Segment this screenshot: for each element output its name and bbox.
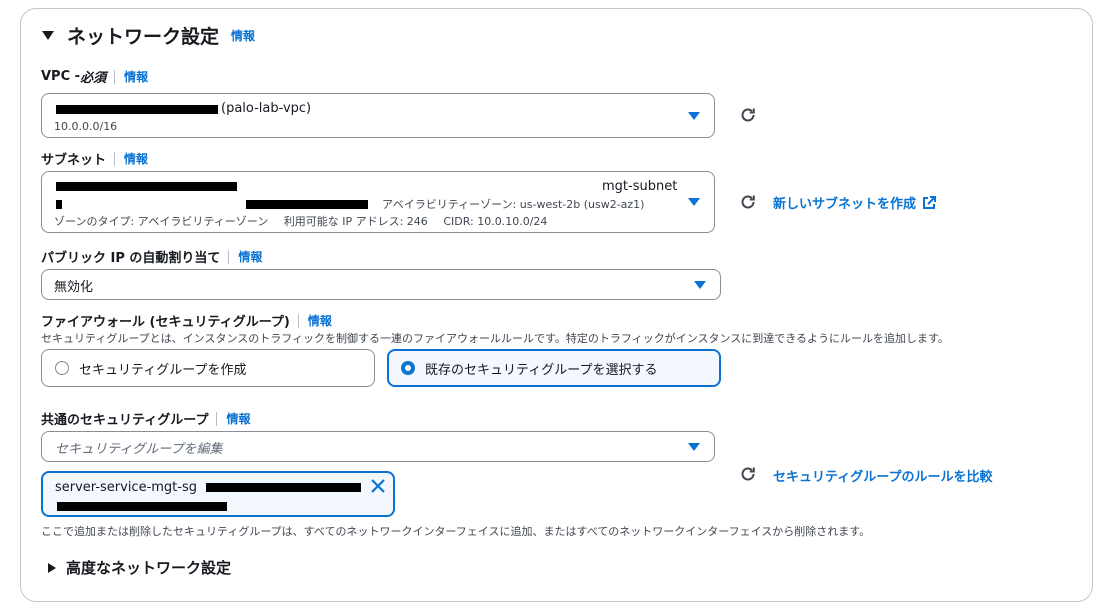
- chevron-down-icon: [688, 442, 700, 451]
- vpc-name: (palo-lab-vpc): [221, 101, 312, 116]
- create-subnet-link[interactable]: 新しいサブネットを作成: [773, 193, 937, 212]
- security-group-token: server-service-mgt-sg: [41, 471, 395, 517]
- section-header[interactable]: ネットワーク設定 情報: [42, 22, 255, 49]
- collapse-caret-icon[interactable]: [42, 31, 54, 40]
- sg-refresh-button[interactable]: [739, 465, 757, 483]
- common-sg-info-link[interactable]: 情報: [226, 410, 250, 427]
- refresh-icon: [741, 195, 755, 209]
- public-ip-label-text: パブリック IP の自動割り当て: [41, 251, 221, 266]
- vpc-select[interactable]: (palo-lab-vpc) 10.0.0.0/16: [41, 93, 715, 138]
- expand-caret-icon[interactable]: [48, 562, 56, 573]
- radio-button-selected[interactable]: [401, 361, 415, 375]
- subnet-name: mgt-subnet: [602, 179, 678, 194]
- advanced-title: 高度なネットワーク設定: [66, 559, 232, 577]
- subnet-zone-type: ゾーンのタイプ: アベイラビリティーゾーン: [54, 215, 269, 228]
- token-name: server-service-mgt-sg: [55, 480, 197, 495]
- subnet-label-text: サブネット: [41, 153, 107, 168]
- radio-existing-label: 既存のセキュリティグループを選択する: [425, 362, 658, 378]
- close-icon: [371, 479, 385, 493]
- vpc-required-text: 必須: [80, 71, 107, 86]
- firewall-info-link[interactable]: 情報: [308, 312, 332, 329]
- advanced-network-settings-toggle[interactable]: 高度なネットワーク設定: [48, 557, 231, 578]
- redacted-text: [56, 200, 62, 209]
- subnet-label: サブネット 情報: [41, 149, 148, 168]
- vpc-refresh-button[interactable]: [739, 106, 757, 124]
- chevron-down-icon: [688, 111, 700, 120]
- redacted-sg-description: [57, 502, 227, 511]
- subnet-details: ゾーンのタイプ: アベイラビリティーゾーン 利用可能な IP アドレス: 246…: [54, 213, 547, 229]
- redacted-sg-id: [206, 483, 361, 492]
- common-sg-help-text: ここで追加または削除したセキュリティグループは、すべてのネットワークインターフェ…: [41, 525, 871, 538]
- vpc-cidr: 10.0.0.0/16: [54, 120, 118, 133]
- common-sg-label: 共通のセキュリティグループ 情報: [41, 409, 250, 428]
- radio-create-label: セキュリティグループを作成: [79, 362, 247, 378]
- subnet-available-ips: 利用可能な IP アドレス: 246: [283, 215, 428, 228]
- separator: [297, 313, 299, 328]
- separator: [114, 151, 116, 166]
- subnet-az: アベイラビリティーゾーン: us-west-2b (usw2-az1): [382, 198, 645, 211]
- firewall-label: ファイアウォール (セキュリティグループ) 情報: [41, 311, 332, 330]
- external-link-icon: [923, 195, 937, 209]
- subnet-select[interactable]: mgt-subnet アベイラビリティーゾーン: us-west-2b (usw…: [41, 171, 715, 233]
- chevron-down-icon: [694, 280, 706, 289]
- separator: [114, 69, 116, 84]
- separator: [216, 411, 218, 426]
- refresh-icon: [741, 108, 755, 122]
- chevron-down-icon: [688, 198, 700, 206]
- separator: [228, 249, 230, 264]
- section-info-link[interactable]: 情報: [231, 27, 255, 44]
- firewall-label-text: ファイアウォール (セキュリティグループ): [41, 315, 290, 330]
- public-ip-label: パブリック IP の自動割り当て 情報: [41, 247, 262, 266]
- subnet-cidr: CIDR: 10.0.10.0/24: [443, 215, 548, 228]
- vpc-label-text: VPC -: [41, 69, 81, 84]
- redacted-vpc-ref: [246, 200, 368, 209]
- refresh-icon: [741, 467, 755, 481]
- section-title: ネットワーク設定: [67, 26, 220, 48]
- radio-select-existing-security-group[interactable]: 既存のセキュリティグループを選択する: [387, 349, 721, 387]
- public-ip-info-link[interactable]: 情報: [238, 248, 262, 265]
- subnet-info-link[interactable]: 情報: [124, 150, 148, 167]
- firewall-description: セキュリティグループとは、インスタンスのトラフィックを制御する一連のファイアウォ…: [41, 332, 949, 345]
- subnet-refresh-button[interactable]: [739, 193, 757, 211]
- vpc-info-link[interactable]: 情報: [124, 68, 148, 85]
- compare-rules-link[interactable]: セキュリティグループのルールを比較: [773, 466, 992, 485]
- radio-button[interactable]: [55, 361, 69, 375]
- create-subnet-link-text[interactable]: 新しいサブネットを作成: [773, 193, 916, 212]
- public-ip-value: 無効化: [54, 280, 94, 295]
- security-group-multiselect[interactable]: セキュリティグループを編集: [41, 431, 715, 462]
- public-ip-select[interactable]: 無効化: [41, 269, 721, 300]
- security-group-placeholder: セキュリティグループを編集: [55, 442, 223, 457]
- vpc-label: VPC - 必須 情報: [41, 67, 148, 86]
- common-sg-label-text: 共通のセキュリティグループ: [41, 413, 209, 428]
- radio-create-security-group[interactable]: セキュリティグループを作成: [41, 349, 375, 387]
- token-dismiss-button[interactable]: [369, 477, 387, 495]
- redacted-vpc-id: [56, 105, 218, 114]
- redacted-subnet-id: [56, 182, 237, 191]
